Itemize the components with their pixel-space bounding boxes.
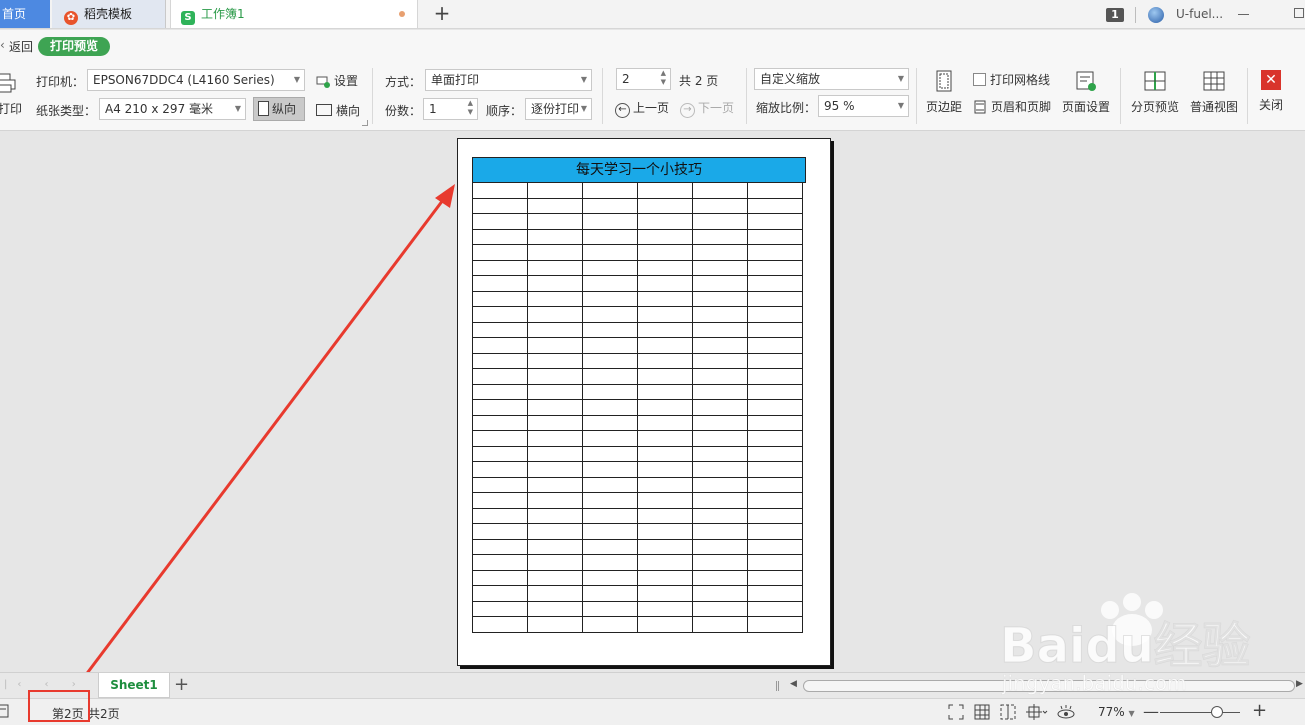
macro-icon[interactable] <box>0 704 9 718</box>
watermark-brand: Baidu经验 <box>1000 618 1250 674</box>
eye-protection-icon[interactable] <box>1057 704 1075 720</box>
zoom-in-button[interactable]: + <box>1252 700 1267 721</box>
reading-mode-icon[interactable] <box>1026 704 1048 720</box>
watermark-url: jingyan.baidu.com <box>1001 671 1187 695</box>
page-break-status-icon[interactable] <box>1000 704 1016 720</box>
fullscreen-icon[interactable] <box>948 704 964 720</box>
scroll-left-icon[interactable]: ◀ <box>790 679 797 689</box>
normal-view-status-icon[interactable] <box>974 704 990 720</box>
zoom-out-button[interactable]: — <box>1143 702 1159 721</box>
add-sheet-button[interactable]: + <box>174 673 189 697</box>
zoom-level[interactable]: 77% ▼ <box>1098 705 1135 719</box>
annotation-highlight-box <box>28 690 90 722</box>
sheet-tab[interactable]: Sheet1 <box>98 673 170 698</box>
status-bar: 第2页 共2页 77% ▼ — + <box>0 698 1305 725</box>
splitter-handle[interactable] <box>776 681 779 691</box>
baidu-jingyan-watermark: Baidu经验 jingyan.baidu.com <box>1000 593 1250 695</box>
zoom-value: 77% <box>1098 705 1125 719</box>
chevron-down-icon: ▼ <box>1128 709 1135 718</box>
zoom-slider-track[interactable] <box>1160 712 1240 713</box>
zoom-slider-thumb[interactable] <box>1211 706 1223 718</box>
status-total-pages: 共2页 <box>88 707 120 721</box>
